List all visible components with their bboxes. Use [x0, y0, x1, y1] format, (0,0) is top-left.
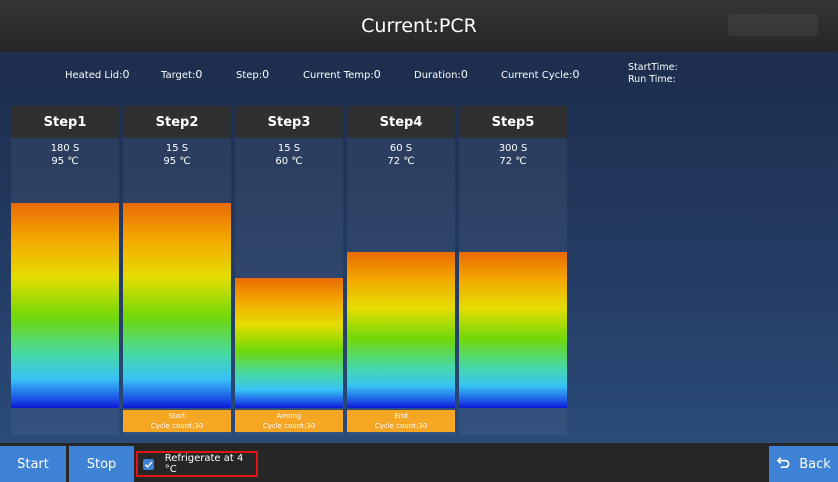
step-value: 0 [262, 68, 270, 81]
heated-lid-status: Heated Lid:0 [65, 68, 129, 81]
time-info: StartTime: Run Time: [628, 62, 678, 86]
step-column[interactable]: Step4 60 S 72 ℃ End Cycle count:30 [347, 106, 455, 435]
status-row: Heated Lid:0 Target:0 Step:0 Current Tem… [0, 62, 838, 90]
step-header: Step3 [235, 106, 343, 138]
refrigerate-checkbox[interactable] [143, 458, 154, 470]
step-info: 300 S 72 ℃ [459, 142, 567, 168]
target-value: 0 [195, 68, 203, 81]
check-icon [144, 461, 153, 468]
bottom-bar: Start Stop Refrigerate at 4 °C Back [0, 443, 838, 482]
cycle-tag [459, 410, 567, 432]
refrigerate-label: Refrigerate at 4 °C [164, 453, 244, 475]
current-cycle-value: 0 [572, 68, 580, 81]
step-time: 15 S [277, 143, 301, 154]
step-info: 180 S 95 ℃ [11, 142, 119, 168]
cycle-tag-count: Cycle count:30 [150, 422, 204, 430]
step-info: 15 S 60 ℃ [235, 142, 343, 168]
duration-value: 0 [460, 68, 468, 81]
duration-status: Duration:0 [414, 68, 468, 81]
current-cycle-status: Current Cycle:0 [501, 68, 579, 81]
start-button[interactable]: Start [0, 446, 66, 482]
start-time-label: StartTime: [628, 62, 678, 73]
cycle-tag-count: Cycle count:30 [374, 422, 428, 430]
step-header: Step1 [11, 106, 119, 138]
cycle-tag: Start Cycle count:30 [123, 410, 231, 432]
step-time: 60 S [389, 143, 413, 154]
step-label: Step: [236, 70, 263, 81]
duration-label: Duration: [414, 70, 461, 81]
step-temp: 95 ℃ [51, 156, 79, 167]
temperature-bar [459, 252, 567, 408]
step-column[interactable]: Step5 300 S 72 ℃ [459, 106, 567, 435]
run-time-label: Run Time: [628, 74, 676, 85]
step-header: Step4 [347, 106, 455, 138]
step-temp: 72 ℃ [387, 156, 415, 167]
step-temp: 60 ℃ [275, 156, 303, 167]
step-time: 300 S [498, 143, 528, 154]
step-temp: 95 ℃ [163, 156, 191, 167]
temperature-bar [11, 203, 119, 408]
heated-lid-value: 0 [122, 68, 130, 81]
step-time: 180 S [50, 143, 80, 154]
temperature-bar [347, 252, 455, 408]
current-temp-value: 0 [373, 68, 381, 81]
step-time: 15 S [165, 143, 189, 154]
step-temp: 72 ℃ [499, 156, 527, 167]
cycle-tag: Among Cycle count:30 [235, 410, 343, 432]
cycle-tag-title: Among [276, 412, 302, 420]
target-label: Target: [161, 70, 196, 81]
step-info: 15 S 95 ℃ [123, 142, 231, 168]
page-title: Current:PCR [361, 15, 477, 37]
step-header: Step2 [123, 106, 231, 138]
current-cycle-label: Current Cycle: [501, 70, 573, 81]
stop-button[interactable]: Stop [69, 446, 134, 482]
cycle-tag: End Cycle count:30 [347, 410, 455, 432]
target-status: Target:0 [161, 68, 202, 81]
undo-arrow-icon [776, 455, 791, 474]
cycle-tag [11, 410, 119, 432]
temperature-bar [235, 278, 343, 408]
step-header: Step5 [459, 106, 567, 138]
title-bar: Current:PCR [0, 0, 838, 52]
step-column[interactable]: Step2 15 S 95 ℃ Start Cycle count:30 [123, 106, 231, 435]
refrigerate-option[interactable]: Refrigerate at 4 °C [136, 451, 258, 477]
cycle-tag-title: End [394, 412, 408, 420]
heated-lid-label: Heated Lid: [65, 70, 123, 81]
back-button[interactable]: Back [769, 446, 838, 482]
step-status: Step:0 [236, 68, 269, 81]
temperature-bar [123, 203, 231, 408]
header-blurred-area [728, 14, 818, 36]
back-label: Back [799, 456, 831, 472]
step-info: 60 S 72 ℃ [347, 142, 455, 168]
cycle-tag-title: Start [168, 412, 186, 420]
current-temp-label: Current Temp: [303, 70, 374, 81]
cycle-tag-count: Cycle count:30 [262, 422, 316, 430]
step-column[interactable]: Step1 180 S 95 ℃ [11, 106, 119, 435]
current-temp-status: Current Temp:0 [303, 68, 381, 81]
step-column[interactable]: Step3 15 S 60 ℃ Among Cycle count:30 [235, 106, 343, 435]
